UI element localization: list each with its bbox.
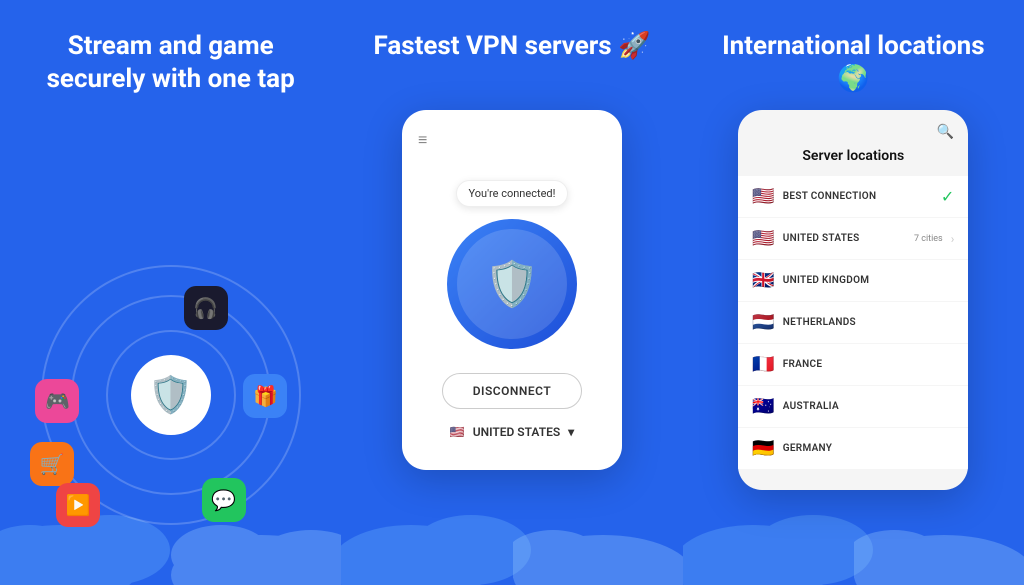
location-name: UNITED STATES xyxy=(473,425,560,439)
flag-de: 🇩🇪 xyxy=(752,438,774,459)
app-icon-cart: 🛒 xyxy=(30,442,74,486)
server-name-us: UNITED STATES xyxy=(783,233,906,244)
dropdown-arrow: ▾ xyxy=(568,425,574,439)
server-name-best: BEST CONNECTION xyxy=(783,191,933,202)
panel-vpn: Fastest VPN servers 🚀 ≡ You're connected… xyxy=(341,0,682,585)
flag-uk: 🇬🇧 xyxy=(752,270,774,291)
server-cities-us: 7 cities xyxy=(914,234,943,244)
app-icon-youtube: ▶️ xyxy=(56,483,100,527)
flag-fr: 🇫🇷 xyxy=(752,354,774,375)
server-name-uk: UNITED KINGDOM xyxy=(783,275,955,286)
server-name-de: GERMANY xyxy=(783,443,955,454)
app-icon-gift: 🎁 xyxy=(243,374,287,418)
vpn-shield-circle: 🛡️ xyxy=(447,219,577,349)
disconnect-button[interactable]: DISCONNECT xyxy=(442,373,583,409)
app-icon-headphone: 🎧 xyxy=(184,286,228,330)
shield-face: 🛡️ xyxy=(485,258,540,310)
server-item-fr[interactable]: 🇫🇷 FRANCE xyxy=(738,344,968,385)
location-flag: 🇺🇸 xyxy=(450,425,465,439)
search-icon[interactable]: 🔍 xyxy=(937,124,954,140)
panel-stream: Stream and game securely with one tap 🛡️… xyxy=(0,0,341,585)
panel-locations: International locations 🌍 🔍 Server locat… xyxy=(683,0,1024,585)
flag-nl: 🇳🇱 xyxy=(752,312,774,333)
hamburger-icon: ≡ xyxy=(418,130,606,150)
flag-us: 🇺🇸 xyxy=(752,228,774,249)
server-item-au[interactable]: 🇦🇺 AUSTRALIA xyxy=(738,386,968,427)
app-icon-chat: 💬 xyxy=(202,478,246,522)
server-name-au: AUSTRALIA xyxy=(783,401,955,412)
selected-check: ✓ xyxy=(941,187,954,206)
server-name-fr: FRANCE xyxy=(783,359,955,370)
server-list-title: Server locations xyxy=(738,148,968,176)
flag-best: 🇺🇸 xyxy=(752,186,774,207)
connected-bubble: You're connected! xyxy=(456,180,569,207)
panel2-title: Fastest VPN servers 🚀 xyxy=(341,0,682,83)
panel3-title: International locations 🌍 xyxy=(683,0,1024,115)
shield-orbit-area: 🛡️ 🎮 🎧 🎁 🛒 ▶️ 💬 xyxy=(41,265,301,525)
chevron-us: › xyxy=(951,232,955,246)
panel1-title: Stream and game securely with one tap xyxy=(0,0,341,115)
server-list-header: 🔍 xyxy=(738,124,968,148)
shield-center: 🛡️ xyxy=(131,355,211,435)
server-item-us[interactable]: 🇺🇸 UNITED STATES 7 cities › xyxy=(738,218,968,259)
phone-mockup-vpn: ≡ You're connected! 🛡️ DISCONNECT 🇺🇸 UNI… xyxy=(402,110,622,470)
location-bar[interactable]: 🇺🇸 UNITED STATES ▾ xyxy=(418,425,606,439)
server-item-nl[interactable]: 🇳🇱 NETHERLANDS xyxy=(738,302,968,343)
server-item-de[interactable]: 🇩🇪 GERMANY xyxy=(738,428,968,469)
server-name-nl: NETHERLANDS xyxy=(783,317,955,328)
app-icon-game: 🎮 xyxy=(35,379,79,423)
server-item-uk[interactable]: 🇬🇧 UNITED KINGDOM xyxy=(738,260,968,301)
server-item-best[interactable]: 🇺🇸 BEST CONNECTION ✓ xyxy=(738,176,968,217)
flag-au: 🇦🇺 xyxy=(752,396,774,417)
server-list-phone: 🔍 Server locations 🇺🇸 BEST CONNECTION ✓ … xyxy=(738,110,968,490)
